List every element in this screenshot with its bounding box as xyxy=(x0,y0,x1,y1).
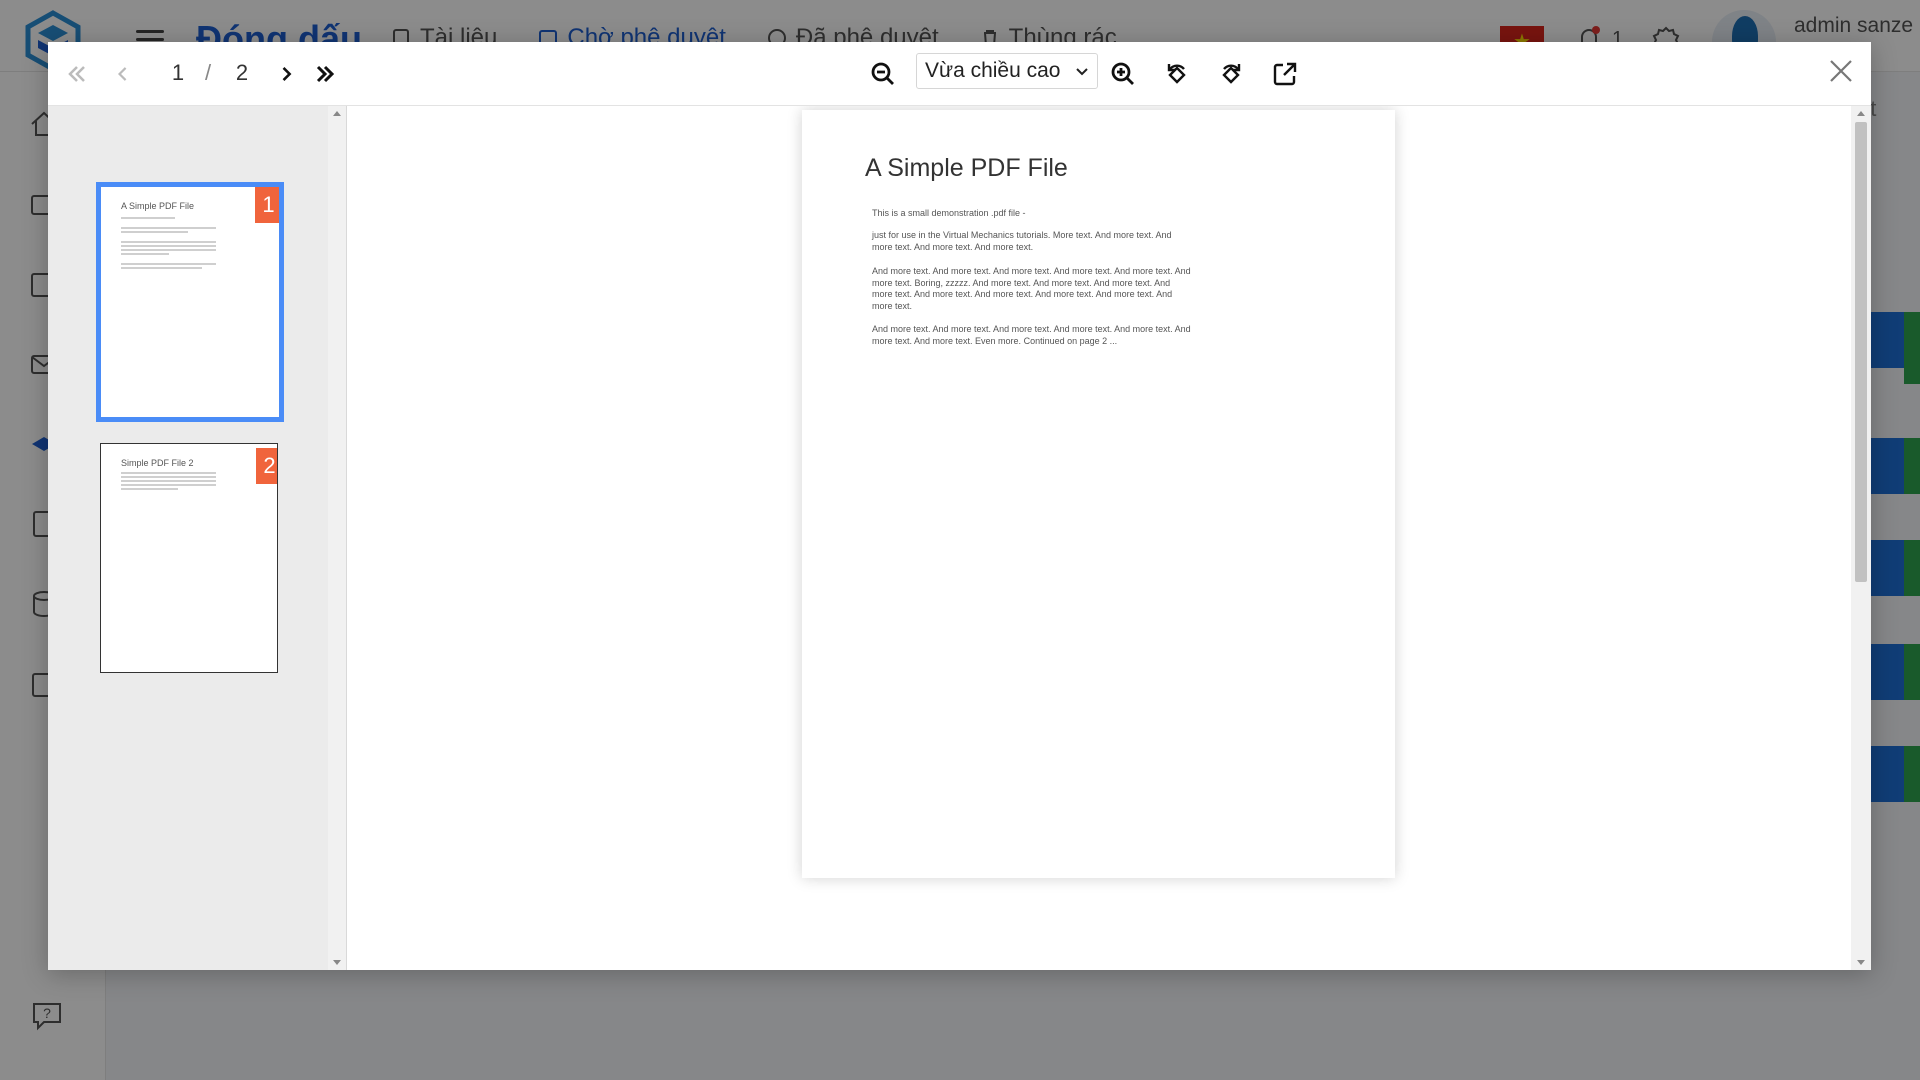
thumbnail-text-lines xyxy=(121,227,216,235)
next-page-button[interactable] xyxy=(274,56,300,92)
open-external-icon xyxy=(1273,62,1297,86)
pdf-page-1: A Simple PDF File This is a small demons… xyxy=(802,110,1395,878)
scroll-up-arrow[interactable] xyxy=(333,111,341,116)
scrollbar-thumb[interactable] xyxy=(1855,122,1867,582)
pdf-paragraph: just for use in the Virtual Mechanics tu… xyxy=(872,230,1172,252)
total-pages: 2 xyxy=(235,60,249,85)
thumbnail-page-2[interactable]: Simple PDF File 2 2 xyxy=(100,443,278,673)
chevron-down-icon xyxy=(1076,68,1088,76)
thumbnail-text-lines xyxy=(121,241,216,257)
first-page-icon xyxy=(68,66,85,82)
scroll-down-arrow[interactable] xyxy=(1857,960,1865,965)
rotate-right-icon xyxy=(1222,64,1241,84)
thumbnail-title: Simple PDF File 2 xyxy=(121,458,194,468)
page-separator: / xyxy=(204,60,212,85)
next-page-icon xyxy=(282,67,292,81)
viewer-scrollbar[interactable] xyxy=(1851,106,1871,970)
thumbnail-page-1[interactable]: A Simple PDF File 1 xyxy=(96,182,284,422)
document-viewer[interactable]: A Simple PDF File This is a small demons… xyxy=(347,106,1851,970)
zoom-in-icon xyxy=(1111,62,1134,85)
pdf-paragraph: And more text. And more text. And more t… xyxy=(872,266,1191,311)
thumbnail-text-lines xyxy=(121,217,211,221)
rotate-left-button[interactable] xyxy=(1160,56,1194,92)
pdf-paragraph: This is a small demonstration .pdf file … xyxy=(872,208,1026,218)
thumbnail-badge: 1 xyxy=(255,187,279,223)
last-page-icon xyxy=(316,65,335,83)
thumbnail-text-lines xyxy=(121,472,216,492)
scroll-up-arrow[interactable] xyxy=(1857,111,1865,116)
rotate-right-button[interactable] xyxy=(1214,56,1248,92)
open-external-button[interactable] xyxy=(1268,56,1302,92)
pdf-paragraph: And more text. And more text. And more t… xyxy=(872,324,1191,346)
last-page-button[interactable] xyxy=(310,56,340,92)
thumbnail-badge: 2 xyxy=(256,448,277,484)
zoom-out-button[interactable] xyxy=(866,56,900,92)
thumbnail-title: A Simple PDF File xyxy=(121,201,195,211)
zoom-out-icon xyxy=(871,62,894,85)
rotate-left-icon xyxy=(1167,64,1186,84)
pdf-title: A Simple PDF File xyxy=(865,154,1068,182)
viewer-toolbar: 1 / 2 Vừa chiều cao xyxy=(48,42,1871,106)
thumbnail-text-lines xyxy=(121,263,216,271)
scroll-down-arrow[interactable] xyxy=(333,960,341,965)
first-page-button[interactable] xyxy=(62,56,92,92)
close-icon[interactable] xyxy=(1824,54,1858,88)
pdf-viewer-modal: 1 / 2 Vừa chiều cao A Simple PDF File 1 … xyxy=(48,42,1871,970)
thumbnail-pane: A Simple PDF File 1 Simple PDF File 2 2 xyxy=(48,106,328,970)
zoom-in-button[interactable] xyxy=(1106,56,1140,92)
zoom-mode-select[interactable]: Vừa chiều cao xyxy=(916,53,1098,89)
previous-page-button[interactable] xyxy=(110,56,136,92)
previous-page-icon xyxy=(118,67,127,81)
zoom-mode-value: Vừa chiều cao xyxy=(925,59,1061,82)
thumbnail-scrollbar[interactable] xyxy=(328,106,347,970)
